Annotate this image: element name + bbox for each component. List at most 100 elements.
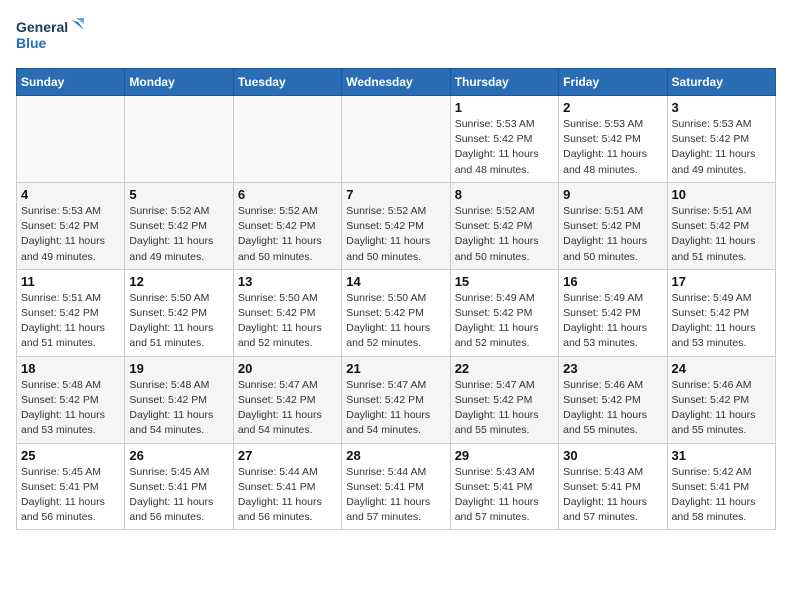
calendar-cell: 25 Sunrise: 5:45 AM Sunset: 5:41 PM Dayli…	[17, 443, 125, 530]
calendar-week-row: 1 Sunrise: 5:53 AM Sunset: 5:42 PM Daylig…	[17, 96, 776, 183]
day-detail: Sunrise: 5:45 AM Sunset: 5:41 PM Dayligh…	[129, 465, 228, 526]
day-detail: Sunrise: 5:51 AM Sunset: 5:42 PM Dayligh…	[672, 204, 771, 265]
calendar-cell: 7 Sunrise: 5:52 AM Sunset: 5:42 PM Daylig…	[342, 182, 450, 269]
day-number: 15	[455, 274, 554, 289]
day-number: 10	[672, 187, 771, 202]
day-detail: Sunrise: 5:52 AM Sunset: 5:42 PM Dayligh…	[129, 204, 228, 265]
svg-text:Blue: Blue	[16, 35, 47, 51]
calendar-cell: 23 Sunrise: 5:46 AM Sunset: 5:42 PM Dayli…	[559, 356, 667, 443]
day-detail: Sunrise: 5:47 AM Sunset: 5:42 PM Dayligh…	[455, 378, 554, 439]
day-detail: Sunrise: 5:48 AM Sunset: 5:42 PM Dayligh…	[129, 378, 228, 439]
calendar-cell: 5 Sunrise: 5:52 AM Sunset: 5:42 PM Daylig…	[125, 182, 233, 269]
day-number: 6	[238, 187, 337, 202]
day-number: 25	[21, 448, 120, 463]
day-detail: Sunrise: 5:43 AM Sunset: 5:41 PM Dayligh…	[455, 465, 554, 526]
calendar-cell: 15 Sunrise: 5:49 AM Sunset: 5:42 PM Dayli…	[450, 269, 558, 356]
day-number: 24	[672, 361, 771, 376]
calendar-cell: 9 Sunrise: 5:51 AM Sunset: 5:42 PM Daylig…	[559, 182, 667, 269]
calendar-week-row: 18 Sunrise: 5:48 AM Sunset: 5:42 PM Dayli…	[17, 356, 776, 443]
calendar-cell: 14Sunrise: 5:50 AM Sunset: 5:42 PM Dayli…	[342, 269, 450, 356]
calendar-cell	[233, 96, 341, 183]
calendar-cell	[17, 96, 125, 183]
day-detail: Sunrise: 5:49 AM Sunset: 5:42 PM Dayligh…	[672, 291, 771, 352]
weekday-header: Sunday	[17, 69, 125, 96]
calendar-cell: 2 Sunrise: 5:53 AM Sunset: 5:42 PM Daylig…	[559, 96, 667, 183]
calendar-cell: 8 Sunrise: 5:52 AM Sunset: 5:42 PM Daylig…	[450, 182, 558, 269]
day-number: 5	[129, 187, 228, 202]
day-number: 21	[346, 361, 445, 376]
svg-text:General: General	[16, 19, 68, 35]
day-detail: Sunrise: 5:44 AM Sunset: 5:41 PM Dayligh…	[238, 465, 337, 526]
day-detail: Sunrise: 5:45 AM Sunset: 5:41 PM Dayligh…	[21, 465, 120, 526]
page-header: General Blue	[16, 16, 776, 60]
day-detail: Sunrise: 5:50 AM Sunset: 5:42 PM Dayligh…	[238, 291, 337, 352]
day-number: 11	[21, 274, 120, 289]
calendar-cell: 16 Sunrise: 5:49 AM Sunset: 5:42 PM Dayli…	[559, 269, 667, 356]
day-detail: Sunrise: 5:49 AM Sunset: 5:42 PM Dayligh…	[455, 291, 554, 352]
logo: General Blue	[16, 16, 86, 60]
calendar-cell: 26 Sunrise: 5:45 AM Sunset: 5:41 PM Dayli…	[125, 443, 233, 530]
day-detail: Sunrise: 5:53 AM Sunset: 5:42 PM Dayligh…	[672, 117, 771, 178]
day-number: 19	[129, 361, 228, 376]
calendar-cell: 12 Sunrise: 5:50 AM Sunset: 5:42 PM Dayli…	[125, 269, 233, 356]
day-detail: Sunrise: 5:52 AM Sunset: 5:42 PM Dayligh…	[455, 204, 554, 265]
calendar-cell: 17Sunrise: 5:49 AM Sunset: 5:42 PM Dayli…	[667, 269, 775, 356]
calendar-cell: 3 Sunrise: 5:53 AM Sunset: 5:42 PM Daylig…	[667, 96, 775, 183]
day-number: 18	[21, 361, 120, 376]
day-number: 12	[129, 274, 228, 289]
day-detail: Sunrise: 5:42 AM Sunset: 5:41 PM Dayligh…	[672, 465, 771, 526]
day-number: 2	[563, 100, 662, 115]
calendar-cell	[125, 96, 233, 183]
day-detail: Sunrise: 5:43 AM Sunset: 5:41 PM Dayligh…	[563, 465, 662, 526]
calendar-cell	[342, 96, 450, 183]
day-number: 1	[455, 100, 554, 115]
calendar-cell: 18 Sunrise: 5:48 AM Sunset: 5:42 PM Dayli…	[17, 356, 125, 443]
calendar-week-row: 11 Sunrise: 5:51 AM Sunset: 5:42 PM Dayli…	[17, 269, 776, 356]
calendar-cell: 29 Sunrise: 5:43 AM Sunset: 5:41 PM Dayli…	[450, 443, 558, 530]
day-number: 29	[455, 448, 554, 463]
day-number: 14	[346, 274, 445, 289]
weekday-header: Saturday	[667, 69, 775, 96]
calendar-cell: 31 Sunrise: 5:42 AM Sunset: 5:41 PM Dayli…	[667, 443, 775, 530]
day-number: 3	[672, 100, 771, 115]
calendar-cell: 28 Sunrise: 5:44 AM Sunset: 5:41 PM Dayli…	[342, 443, 450, 530]
day-detail: Sunrise: 5:51 AM Sunset: 5:42 PM Dayligh…	[21, 291, 120, 352]
day-detail: Sunrise: 5:49 AM Sunset: 5:42 PM Dayligh…	[563, 291, 662, 352]
calendar-cell: 22 Sunrise: 5:47 AM Sunset: 5:42 PM Dayli…	[450, 356, 558, 443]
weekday-header: Thursday	[450, 69, 558, 96]
calendar-cell: 11 Sunrise: 5:51 AM Sunset: 5:42 PM Dayli…	[17, 269, 125, 356]
calendar-cell: 4 Sunrise: 5:53 AM Sunset: 5:42 PM Daylig…	[17, 182, 125, 269]
day-number: 22	[455, 361, 554, 376]
logo-svg: General Blue	[16, 16, 86, 60]
day-number: 16	[563, 274, 662, 289]
calendar-week-row: 4 Sunrise: 5:53 AM Sunset: 5:42 PM Daylig…	[17, 182, 776, 269]
day-number: 27	[238, 448, 337, 463]
calendar-cell: 13Sunrise: 5:50 AM Sunset: 5:42 PM Dayli…	[233, 269, 341, 356]
calendar-table: SundayMondayTuesdayWednesdayThursdayFrid…	[16, 68, 776, 530]
calendar-cell: 10 Sunrise: 5:51 AM Sunset: 5:42 PM Dayli…	[667, 182, 775, 269]
day-detail: Sunrise: 5:53 AM Sunset: 5:42 PM Dayligh…	[563, 117, 662, 178]
weekday-header: Wednesday	[342, 69, 450, 96]
day-number: 4	[21, 187, 120, 202]
calendar-cell: 27 Sunrise: 5:44 AM Sunset: 5:41 PM Dayli…	[233, 443, 341, 530]
day-number: 28	[346, 448, 445, 463]
day-number: 23	[563, 361, 662, 376]
day-detail: Sunrise: 5:46 AM Sunset: 5:42 PM Dayligh…	[672, 378, 771, 439]
day-number: 9	[563, 187, 662, 202]
day-detail: Sunrise: 5:52 AM Sunset: 5:42 PM Dayligh…	[346, 204, 445, 265]
day-detail: Sunrise: 5:46 AM Sunset: 5:42 PM Dayligh…	[563, 378, 662, 439]
day-detail: Sunrise: 5:44 AM Sunset: 5:41 PM Dayligh…	[346, 465, 445, 526]
calendar-cell: 6Sunrise: 5:52 AM Sunset: 5:42 PM Daylig…	[233, 182, 341, 269]
day-detail: Sunrise: 5:51 AM Sunset: 5:42 PM Dayligh…	[563, 204, 662, 265]
calendar-cell: 1 Sunrise: 5:53 AM Sunset: 5:42 PM Daylig…	[450, 96, 558, 183]
day-number: 31	[672, 448, 771, 463]
day-number: 8	[455, 187, 554, 202]
calendar-cell: 20Sunrise: 5:47 AM Sunset: 5:42 PM Dayli…	[233, 356, 341, 443]
day-detail: Sunrise: 5:50 AM Sunset: 5:42 PM Dayligh…	[129, 291, 228, 352]
day-number: 26	[129, 448, 228, 463]
day-number: 7	[346, 187, 445, 202]
day-detail: Sunrise: 5:53 AM Sunset: 5:42 PM Dayligh…	[455, 117, 554, 178]
day-detail: Sunrise: 5:48 AM Sunset: 5:42 PM Dayligh…	[21, 378, 120, 439]
day-number: 30	[563, 448, 662, 463]
day-detail: Sunrise: 5:53 AM Sunset: 5:42 PM Dayligh…	[21, 204, 120, 265]
